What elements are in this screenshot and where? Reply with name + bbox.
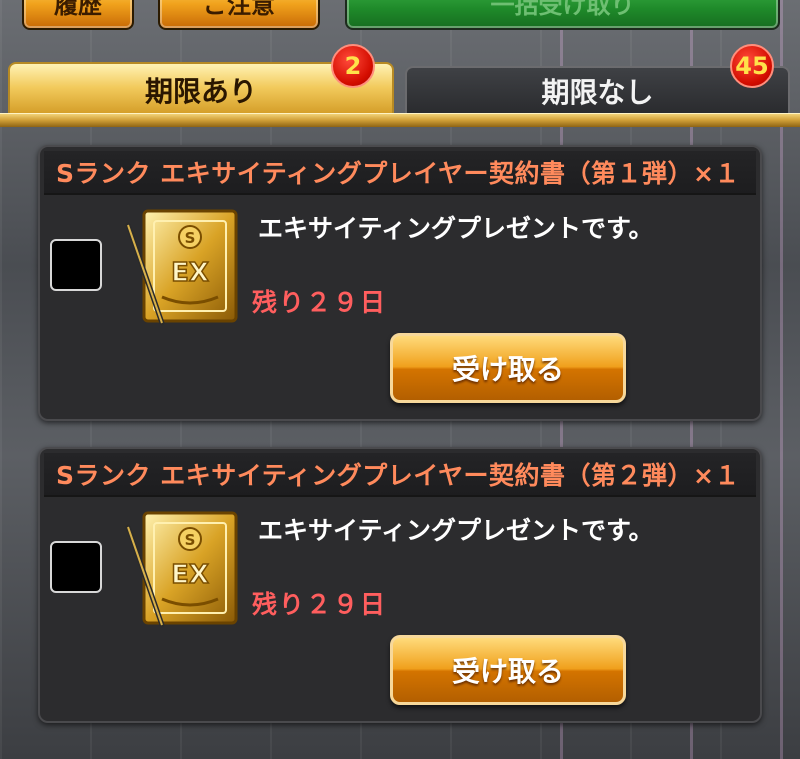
receive-button[interactable]: 受け取る — [390, 333, 626, 403]
history-button[interactable]: 履歴 — [22, 0, 134, 30]
svg-text:S: S — [185, 531, 196, 549]
count-badge: 2 — [331, 44, 375, 88]
receive-all-button[interactable]: 一括受け取り — [345, 0, 780, 30]
select-checkbox[interactable] — [50, 541, 102, 593]
ex-contract-icon: S EX — [125, 209, 238, 326]
receive-button[interactable]: 受け取る — [390, 635, 626, 705]
remaining-days: 残り２９日 — [252, 288, 388, 317]
notice-button[interactable]: ご注意 — [158, 0, 320, 30]
select-checkbox[interactable] — [50, 239, 102, 291]
item-title: Sランク エキサイティングプレイヤー契約書（第１弾）×１ — [44, 151, 756, 195]
tab-bar — [0, 113, 800, 127]
present-item: Sランク エキサイティングプレイヤー契約書（第１弾）×１ S EX エキサイティ… — [38, 145, 762, 421]
remaining-days: 残り２９日 — [252, 590, 388, 619]
tab-label: 期限なし — [541, 76, 654, 109]
tab-label: 期限あり — [144, 75, 257, 108]
item-description: エキサイティングプレゼントです。 — [258, 214, 654, 243]
item-description: エキサイティングプレゼントです。 — [258, 516, 654, 545]
present-item: Sランク エキサイティングプレイヤー契約書（第２弾）×１ S EX エキサイティ… — [38, 447, 762, 723]
count-badge: 45 — [730, 44, 774, 88]
item-title: Sランク エキサイティングプレイヤー契約書（第２弾）×１ — [44, 453, 756, 497]
svg-text:EX: EX — [171, 258, 209, 288]
svg-text:EX: EX — [171, 560, 209, 590]
ex-contract-icon: S EX — [125, 511, 238, 628]
svg-text:S: S — [185, 229, 196, 247]
